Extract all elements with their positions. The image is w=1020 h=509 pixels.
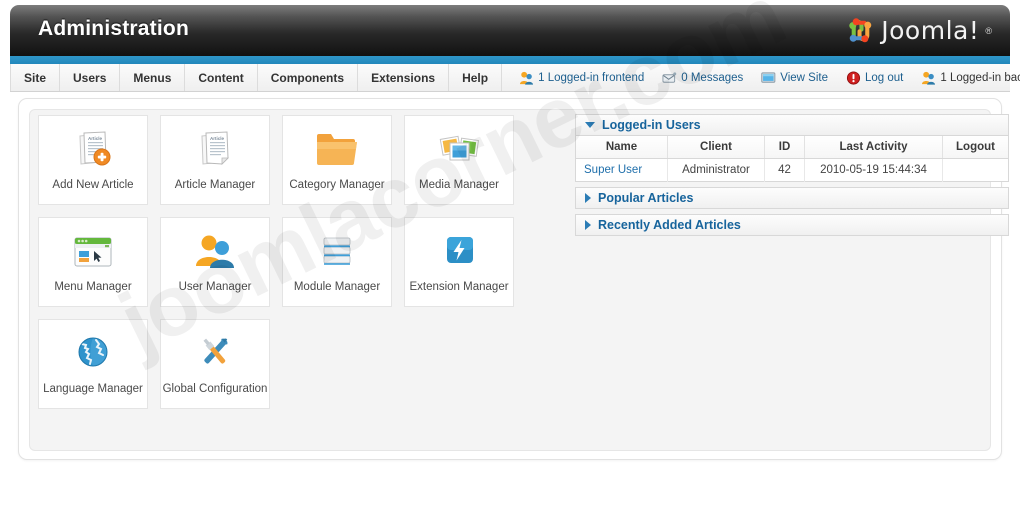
wrench-screwdriver-icon [191,328,239,380]
status-label: 1 Logged-in backend [940,71,1020,84]
table-header-row: Name Client ID Last Activity Logout [575,136,1009,159]
menu-help[interactable]: Help [449,64,503,91]
admin-page: Administration Joomla! ® Site Users Menu… [0,0,1020,509]
content-frame: Article Add New Article Article Article … [18,98,1009,460]
quickicon-label: User Manager [178,281,252,293]
menu-components[interactable]: Components [258,64,359,91]
column-id[interactable]: ID [764,136,805,159]
quickicon-label: Extension Manager [409,281,509,293]
column-client[interactable]: Client [667,136,765,159]
user-pair-icon [519,71,534,85]
page-title: Administration [38,17,189,40]
cell-client: Administrator [667,158,765,181]
quickicon-language-manager[interactable]: Language Manager [38,319,148,409]
photos-icon [435,124,483,176]
status-label: Log out [865,71,904,84]
svg-text:Article: Article [210,136,225,141]
quickicon-extension-manager[interactable]: Extension Manager [404,217,514,307]
status-view-site[interactable]: View Site [752,71,837,85]
quickicon-menu-manager[interactable]: Menu Manager [38,217,148,307]
chevron-down-icon [585,122,595,128]
envelope-icon [662,71,677,85]
quickicon-label: Category Manager [289,179,385,191]
status-logged-in-backend[interactable]: 1 Logged-in backend [912,71,1020,85]
quickicon-label: Article Manager [174,179,256,191]
brand-trademark: ® [985,25,992,36]
quickicon-article-manager[interactable]: Article Article Manager [160,115,270,205]
quickicon-label: Language Manager [43,383,143,395]
panel-title: Recently Added Articles [598,217,741,232]
cell-user-name[interactable]: Super User [575,158,668,181]
exclamation-circle-icon [846,70,861,85]
quickicon-global-configuration[interactable]: Global Configuration [160,319,270,409]
chevron-right-icon [585,192,591,203]
article-add-icon: Article [69,124,117,176]
cell-last-activity: 2010-05-19 15:44:34 [804,158,943,181]
globe-icon [69,328,117,380]
dashboard-panel: Article Add New Article Article Article … [29,109,1009,451]
column-logout[interactable]: Logout [942,136,1009,159]
app-header: Administration Joomla! ® [10,5,1010,56]
status-label: 1 Logged-in frontend [538,71,645,84]
monitor-icon [761,71,776,85]
lightning-bolt-icon [435,226,483,278]
menu-content[interactable]: Content [185,64,258,91]
menu-extensions[interactable]: Extensions [358,64,450,91]
logged-in-users-table: Name Client ID Last Activity Logout Supe… [575,136,1009,182]
column-last-activity[interactable]: Last Activity [804,136,943,159]
status-messages[interactable]: 0 Messages [653,71,752,85]
table-row: Super User Administrator 42 2010-05-19 1… [575,158,1009,181]
quickicon-add-new-article[interactable]: Article Add New Article [38,115,148,205]
panel-title: Logged-in Users [602,118,701,132]
joomla-logo-icon [845,15,876,46]
quickicon-label: Media Manager [419,179,499,191]
joomla-brand: Joomla! ® [845,14,992,47]
main-menubar: Site Users Menus Content Components Exte… [10,64,1020,92]
quickicon-category-manager[interactable]: Category Manager [282,115,392,205]
users-icon [191,226,239,278]
quickicon-label: Add New Article [52,179,134,191]
panel-logged-in-users-header[interactable]: Logged-in Users [575,114,1009,136]
dashboard-side-panels: Logged-in Users Name Client ID Last Acti… [575,114,1009,236]
chevron-right-icon [585,219,591,230]
status-group: 1 Logged-in frontend 0 Messages View Sit… [510,64,1020,91]
article-icon: Article [191,124,239,176]
stacked-blocks-icon [313,226,361,278]
quickicon-module-manager[interactable]: Module Manager [282,217,392,307]
accent-bar [10,56,1010,64]
status-label: 0 Messages [681,71,744,84]
quick-icons-grid: Article Add New Article Article Article … [38,115,560,409]
panel-title: Popular Articles [598,190,694,205]
menu-menus[interactable]: Menus [120,64,186,91]
quickicon-label: Global Configuration [162,383,268,395]
cell-logout[interactable] [943,158,1009,181]
brand-name: Joomla! [881,16,980,45]
browser-window-icon [69,226,117,278]
menu-users[interactable]: Users [60,64,121,91]
column-name[interactable]: Name [575,136,668,159]
panel-recently-added-articles-header[interactable]: Recently Added Articles [575,213,1009,236]
status-log-out[interactable]: Log out [837,70,912,85]
svg-text:Article: Article [88,136,103,141]
quickicon-media-manager[interactable]: Media Manager [404,115,514,205]
panel-popular-articles-header[interactable]: Popular Articles [575,186,1009,209]
status-logged-in-frontend[interactable]: 1 Logged-in frontend [510,71,653,85]
cell-id: 42 [764,158,805,181]
quickicon-user-manager[interactable]: User Manager [160,217,270,307]
menu-site[interactable]: Site [10,64,61,91]
quickicon-label: Module Manager [293,281,381,293]
status-label: View Site [780,71,828,84]
folder-icon [313,124,361,176]
quickicon-label: Menu Manager [54,281,132,293]
user-pair-icon [921,71,936,85]
